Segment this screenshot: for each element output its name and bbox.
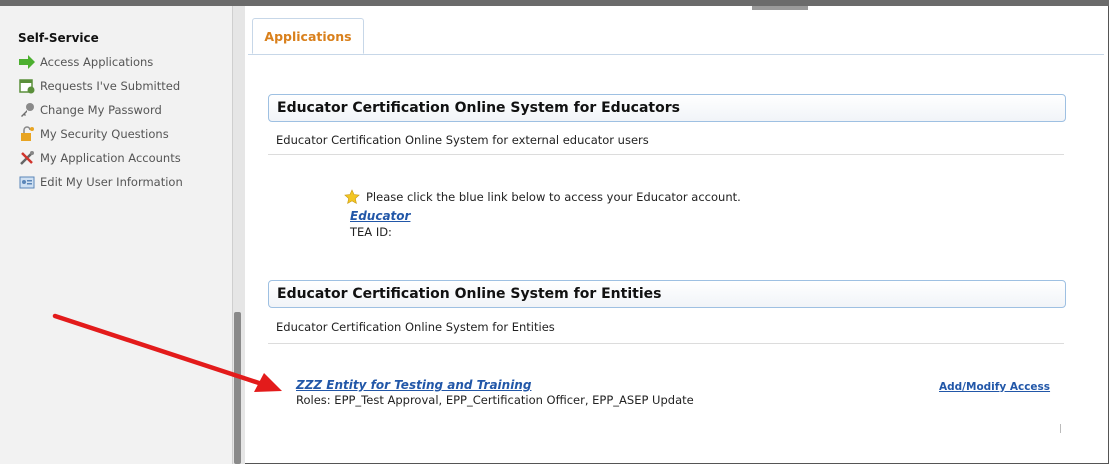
add-modify-access-link[interactable]: Add/Modify Access (939, 381, 1050, 393)
divider (268, 343, 1064, 344)
sidebar-item-application-accounts[interactable]: My Application Accounts (18, 148, 181, 168)
green-arrow-icon (18, 54, 36, 70)
sidebar-item-label: Requests I've Submitted (40, 79, 181, 93)
educator-link[interactable]: Educator (350, 209, 410, 223)
sidebar-item-edit-user-information[interactable]: Edit My User Information (18, 172, 183, 192)
sidebar-title: Self-Service (18, 31, 99, 45)
notice-text: Please click the blue link below to acce… (366, 190, 741, 204)
lock-icon (18, 126, 36, 142)
sidebar-item-label: Edit My User Information (40, 175, 183, 189)
sidebar-item-label: Access Applications (40, 55, 154, 69)
sidebar-item-security-questions[interactable]: My Security Questions (18, 124, 169, 144)
divider (268, 154, 1064, 155)
request-icon (18, 78, 36, 94)
sidebar-item-label: My Security Questions (40, 127, 169, 141)
section-header-entities: Educator Certification Online System for… (268, 280, 1066, 308)
sidebar-item-label: Change My Password (40, 103, 162, 117)
star-icon (344, 189, 362, 205)
section-header-educators: Educator Certification Online System for… (268, 94, 1066, 122)
tab-applications[interactable]: Applications (252, 18, 364, 54)
key-icon (18, 102, 36, 118)
main-content: Applications Educator Certification Onli… (244, 6, 1104, 462)
scroll-tick (1060, 424, 1061, 433)
sidebar-item-change-password[interactable]: Change My Password (18, 100, 162, 120)
roles-text: Roles: EPP_Test Approval, EPP_Certificat… (296, 393, 694, 407)
sidebar-item-access-applications[interactable]: Access Applications (18, 52, 153, 72)
notice: Please click the blue link below to acce… (344, 189, 741, 205)
tab-strip (248, 18, 1104, 55)
sidebar-item-label: My Application Accounts (40, 151, 181, 165)
tea-id-label: TEA ID: (350, 225, 392, 239)
tools-icon (18, 150, 36, 166)
sidebar-item-requests[interactable]: Requests I've Submitted (18, 76, 180, 96)
sidebar-scrollbar-thumb[interactable] (234, 312, 241, 464)
entity-link[interactable]: ZZZ Entity for Testing and Training (296, 378, 531, 392)
sidebar: Self-Service Access Applications Request… (0, 6, 233, 464)
user-card-icon (18, 174, 36, 190)
section-description: Educator Certification Online System for… (276, 133, 649, 147)
section-description: Educator Certification Online System for… (276, 320, 555, 334)
